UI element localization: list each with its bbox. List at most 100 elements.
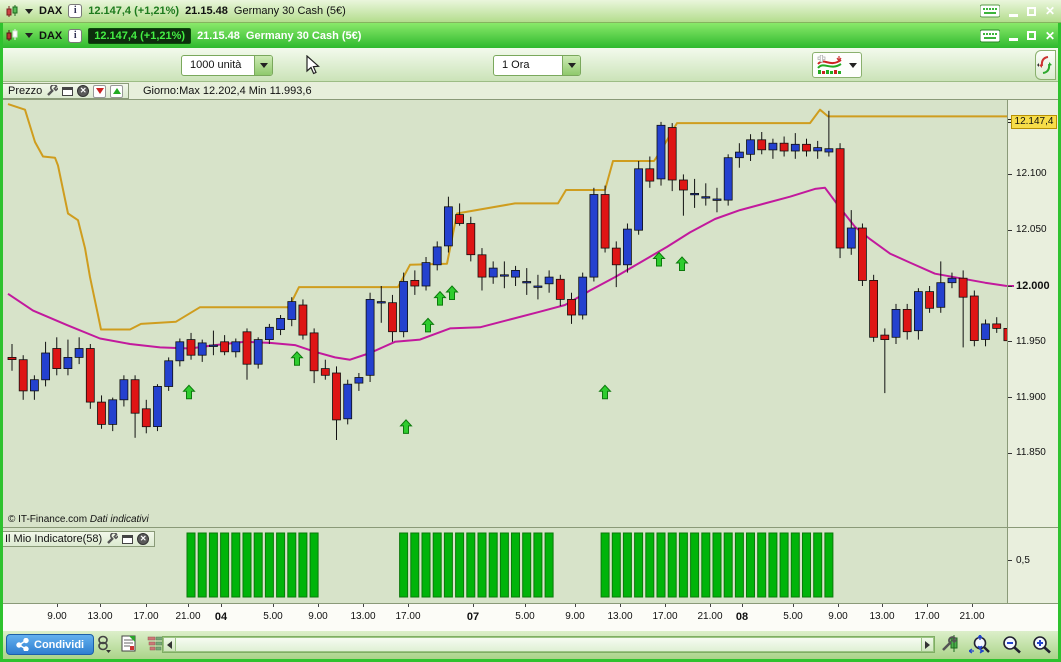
minimize-button[interactable] (1008, 13, 1018, 17)
up-candle (656, 124, 666, 180)
chart-settings-icon[interactable] (941, 635, 960, 659)
share-button[interactable]: Condividi (6, 634, 95, 655)
time-label: 21.15.48 (185, 5, 228, 17)
close-pane-icon[interactable]: ✕ (137, 533, 150, 545)
units-select[interactable]: 1000 unità (181, 55, 273, 76)
down-candle (85, 348, 95, 403)
chart-style-button[interactable] (812, 52, 862, 78)
indicator-bar (678, 532, 688, 598)
info-icon[interactable]: i (68, 28, 83, 43)
scrollbar-thumb[interactable] (176, 637, 921, 652)
time-axis[interactable]: 9.00 13.00 17.00 21.00 04 5.00 9.00 13.00 17.00 0… (0, 603, 1058, 631)
indicator-bar (309, 532, 319, 598)
indicator-pane-title: Il Mio Indicatore(58) (5, 533, 103, 545)
down-candle (969, 295, 979, 341)
units-select-arrow-icon[interactable] (254, 56, 272, 75)
timeframe-select[interactable]: 1 Ora (493, 55, 581, 76)
day-label: 08 (735, 611, 749, 623)
minimize-button[interactable] (1008, 38, 1018, 41)
close-button[interactable]: ✕ (1045, 30, 1055, 42)
down-candle (555, 278, 565, 300)
buy-arrow-button[interactable] (110, 84, 124, 98)
maximize-button[interactable] (1026, 6, 1036, 16)
up-candle (824, 148, 834, 153)
keyboard-icon[interactable] (979, 4, 1000, 18)
up-candle (891, 308, 901, 338)
indicator-pane[interactable]: Il Mio Indicatore(58) ✕ (0, 527, 1007, 603)
time-tick (473, 604, 474, 607)
time-tick (838, 604, 839, 607)
indicator-axis-label: 0,5 (1016, 555, 1030, 566)
indicator-bar (600, 532, 610, 598)
indicator-bar (410, 532, 420, 598)
day-label: 07 (466, 611, 480, 623)
scroll-right-button[interactable] (921, 637, 934, 652)
detach-window-icon[interactable] (122, 534, 134, 544)
up-candle (623, 228, 632, 266)
indicator-bar (231, 532, 241, 598)
price-change-label: 12.147,4 (+1,21%) (88, 5, 180, 17)
indicator-bar (242, 532, 252, 598)
zoom-out-icon[interactable] (1001, 635, 1023, 660)
price-pane-header: Prezzo ✕ Giorno:Max 12.202,4 Min 11.993,… (3, 82, 1058, 100)
indicator-bar (734, 532, 744, 598)
chart-scrollbar[interactable] (162, 636, 935, 653)
up-candle (522, 281, 532, 284)
indicator-bar (746, 532, 755, 598)
price-chart-plot[interactable]: © IT-Finance.com Dati indicativi (0, 100, 1013, 527)
down-candle (902, 308, 912, 333)
zoom-in-icon[interactable] (1031, 635, 1053, 660)
side-panel-toggle-button[interactable] (1035, 50, 1056, 80)
symbol-dropdown-icon[interactable] (25, 8, 33, 14)
indicator-bar (790, 532, 800, 598)
price-pane-title: Prezzo (8, 85, 43, 97)
settings-wrench-icon[interactable] (106, 533, 119, 545)
chart-style-dropdown-icon[interactable] (849, 62, 857, 68)
maximize-button[interactable] (1026, 31, 1036, 40)
symbol-dropdown-icon[interactable] (25, 33, 33, 38)
scroll-left-button[interactable] (163, 637, 176, 652)
price-tick-label: 11.950 (1016, 335, 1046, 347)
green-up-arrow-icon (112, 88, 121, 94)
up-candle (421, 262, 431, 287)
up-candle (511, 269, 520, 278)
price-tick-label: 12.000 (1016, 280, 1050, 292)
indicator-bar (253, 532, 263, 598)
up-candle (432, 246, 442, 266)
indicator-bar (220, 532, 230, 598)
settings-wrench-icon[interactable] (46, 85, 59, 97)
zoom-drag-icon[interactable] (967, 633, 993, 660)
price-pane-tab[interactable]: Prezzo ✕ (3, 83, 130, 99)
indicator-bar (421, 532, 431, 598)
day-range-label: Giorno:Max 12.202,4 Min 11.993,6 (143, 85, 312, 97)
active-window-titlebar[interactable]: DAX i 12.147,4 (+1,21%) 21.15.48 Germany… (0, 23, 1061, 48)
news-notes-icon[interactable] (121, 635, 136, 657)
up-candle (264, 326, 274, 341)
up-candle (723, 157, 733, 201)
indicator-bar (533, 532, 543, 598)
price-tick (1008, 173, 1012, 175)
indicator-pane-tab[interactable]: Il Mio Indicatore(58) ✕ (0, 531, 156, 547)
down-candle (567, 298, 576, 316)
close-pane-icon[interactable]: ✕ (77, 85, 90, 97)
time-tick (525, 604, 526, 607)
timeframe-select-arrow-icon[interactable] (562, 56, 580, 75)
sell-arrow-button[interactable] (93, 84, 107, 98)
trading-app-window: DAX i 12.147,4 (+1,21%) 21.15.48 Germany… (0, 0, 1061, 662)
detach-window-icon[interactable] (62, 86, 74, 96)
indicator-bar (757, 532, 767, 598)
close-button[interactable]: ✕ (1045, 5, 1055, 17)
up-candle (914, 291, 923, 332)
keyboard-icon[interactable] (979, 29, 1000, 43)
up-candle (768, 142, 778, 151)
inactive-window-titlebar[interactable]: DAX i 12.147,4 (+1,21%) 21.15.48 Germany… (0, 0, 1061, 23)
time-tick (620, 604, 621, 607)
time-label: 9.00 (47, 611, 67, 622)
time-label: 17.00 (395, 611, 421, 622)
info-icon[interactable]: i (68, 4, 83, 18)
link-charts-icon[interactable] (96, 635, 112, 659)
indicator-bar (723, 532, 733, 598)
up-candle (578, 276, 588, 316)
buy-signal-arrow-icon (433, 290, 447, 306)
price-axis[interactable]: 12.147,4 12.100 12.050 12.000 11.950 11.900 1… (1007, 100, 1058, 527)
